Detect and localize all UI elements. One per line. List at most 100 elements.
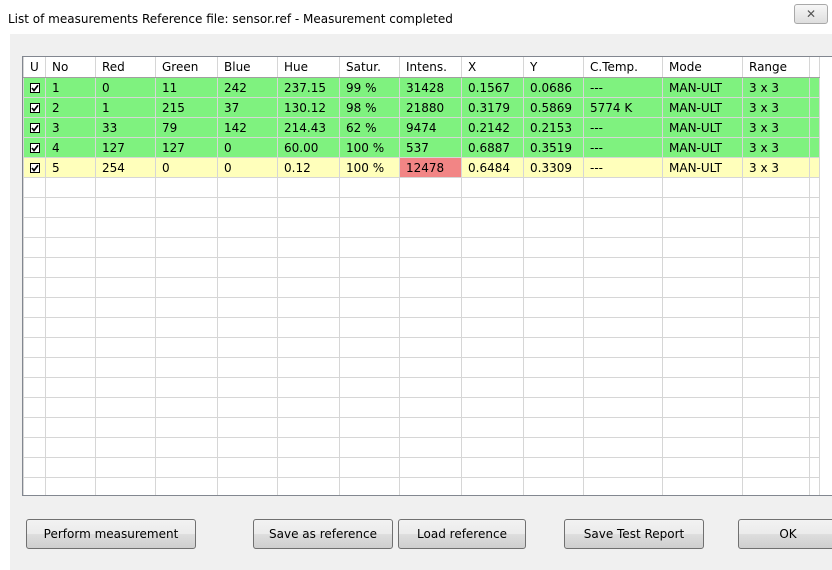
empty-cell [217,257,278,278]
empty-cell [155,397,218,418]
empty-cell [217,457,278,478]
empty-cell [217,317,278,338]
empty-cell [523,237,584,258]
row-checkbox[interactable] [30,142,40,153]
cell-satur: 100 % [339,137,400,158]
empty-cell [217,377,278,398]
empty-cell [461,217,524,238]
column-header-u[interactable]: U [23,57,46,78]
empty-row [23,477,820,495]
row-filler [809,97,820,118]
empty-cell [583,377,663,398]
empty-row [23,177,820,198]
empty-cell [277,477,340,495]
column-header-green[interactable]: Green [155,57,218,78]
empty-cell [523,457,584,478]
cell-mode: MAN-ULT [662,157,743,178]
empty-row [23,317,820,338]
empty-cell [23,237,46,258]
empty-cell [662,317,743,338]
table-row[interactable]: 5 254 0 0 0.12 100 % 12478 0.6484 0.3309 --- MAN-U… [23,157,820,178]
empty-row [23,397,820,418]
column-header-blue[interactable]: Blue [217,57,278,78]
empty-cell [277,437,340,458]
ok-button[interactable]: OK [738,519,832,549]
perform-measurement-button[interactable]: Perform measurement [26,519,196,549]
column-header-red[interactable]: Red [95,57,156,78]
empty-cell [217,417,278,438]
column-header-intens[interactable]: Intens. [399,57,462,78]
save-test-report-button[interactable]: Save Test Report [564,519,704,549]
empty-cell [155,197,218,218]
checkmark-icon [31,104,39,112]
empty-cell [339,397,400,418]
empty-cell [339,197,400,218]
empty-cell [155,217,218,238]
column-header-no[interactable]: No [45,57,96,78]
row-checkbox[interactable] [30,122,40,133]
cell-intens: 12478 [399,157,462,178]
measurements-table: U No Red Green Blue Hue Satur. Intens. X… [23,57,820,495]
column-header-range[interactable]: Range [742,57,810,78]
row-checkbox-cell[interactable] [23,77,46,98]
empty-cell [95,257,156,278]
table-row[interactable]: 1 0 11 242 237.15 99 % 31428 0.1567 0.0686 --- MAN… [23,77,820,98]
empty-cell [45,397,96,418]
cell-intens: 21880 [399,97,462,118]
row-checkbox-cell[interactable] [23,117,46,138]
cell-ctemp: --- [583,117,663,138]
empty-cell [461,177,524,198]
empty-cell [742,197,810,218]
empty-cell [277,397,340,418]
column-header-y[interactable]: Y [523,57,584,78]
cell-hue: 214.43 [277,117,340,138]
row-checkbox[interactable] [30,82,40,93]
cell-blue: 37 [217,97,278,118]
column-header-ctemp[interactable]: C.Temp. [583,57,663,78]
empty-cell [217,217,278,238]
cell-y: 0.3519 [523,137,584,158]
row-checkbox[interactable] [30,102,40,113]
row-checkbox[interactable] [30,162,40,173]
table-row[interactable]: 4 127 127 0 60.00 100 % 537 0.6887 0.3519 --- MAN-… [23,137,820,158]
empty-cell [277,377,340,398]
column-header-hue[interactable]: Hue [277,57,340,78]
cell-y: 0.5869 [523,97,584,118]
empty-cell [155,337,218,358]
empty-cell [583,317,663,338]
empty-cell [742,337,810,358]
empty-cell [461,457,524,478]
empty-cell [399,357,462,378]
empty-cell [399,457,462,478]
measurements-grid[interactable]: U No Red Green Blue Hue Satur. Intens. X… [22,56,832,496]
empty-cell [583,457,663,478]
empty-cell [339,477,400,495]
save-as-reference-button[interactable]: Save as reference [253,519,393,549]
empty-cell [95,337,156,358]
empty-cell [809,257,820,278]
row-checkbox-cell[interactable] [23,137,46,158]
table-row[interactable]: 2 1 215 37 130.12 98 % 21880 0.3179 0.5869 5774 K… [23,97,820,118]
empty-cell [277,357,340,378]
row-filler [809,137,820,158]
empty-cell [217,397,278,418]
cell-satur: 62 % [339,117,400,138]
empty-row [23,297,820,318]
empty-cell [155,237,218,258]
empty-cell [23,477,46,495]
column-header-satur[interactable]: Satur. [339,57,400,78]
column-header-x[interactable]: X [461,57,524,78]
close-button[interactable]: ✕ [794,4,828,24]
column-header-mode[interactable]: Mode [662,57,743,78]
empty-cell [95,237,156,258]
load-reference-button[interactable]: Load reference [398,519,526,549]
empty-cell [339,237,400,258]
empty-cell [339,337,400,358]
row-checkbox-cell[interactable] [23,97,46,118]
empty-cell [662,277,743,298]
row-checkbox-cell[interactable] [23,157,46,178]
empty-cell [277,237,340,258]
table-row[interactable]: 3 33 79 142 214.43 62 % 9474 0.2142 0.2153 --- MAN… [23,117,820,138]
empty-cell [809,437,820,458]
cell-no: 3 [45,117,96,138]
